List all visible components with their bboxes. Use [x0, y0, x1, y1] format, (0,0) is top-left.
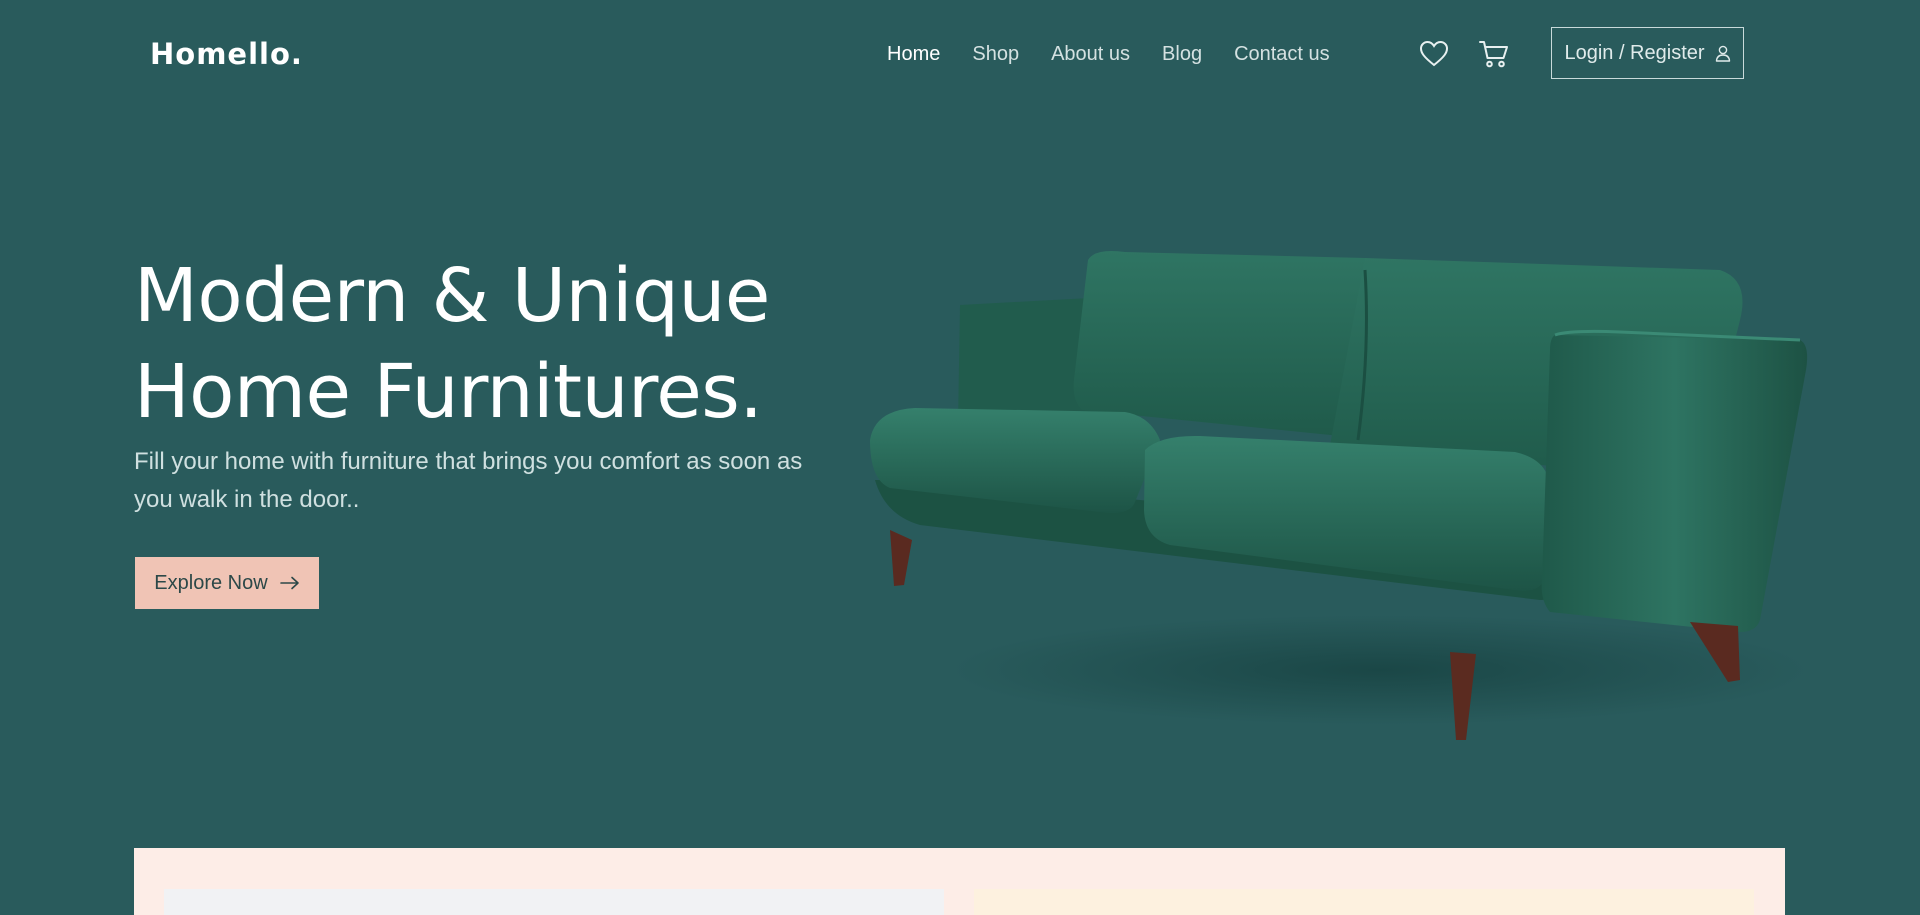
nav-shop[interactable]: Shop: [972, 40, 1019, 68]
hero-title-line1: Modern & Unique: [134, 253, 770, 339]
cart-icon: [1479, 41, 1508, 68]
nav-about-us[interactable]: About us: [1051, 40, 1130, 68]
login-register-label: Login / Register: [1564, 41, 1705, 64]
hero-title-line2: Home Furnitures.: [134, 349, 763, 435]
cart-button[interactable]: [1478, 38, 1510, 70]
featured-card-left: [164, 889, 944, 915]
page: Homello. Home Shop About us Blog Contact…: [0, 0, 1920, 915]
nav-blog[interactable]: Blog: [1162, 40, 1202, 68]
nav-home[interactable]: Home: [887, 40, 940, 68]
heart-icon: [1420, 41, 1448, 67]
arrow-right-icon: [279, 576, 299, 590]
user-icon: [1715, 45, 1730, 62]
hero-subtitle: Fill your home with furniture that bring…: [134, 448, 803, 513]
featured-card-right: [974, 889, 1754, 915]
explore-now-button[interactable]: Explore Now: [135, 557, 319, 609]
wishlist-button[interactable]: [1418, 38, 1450, 70]
featured-panel: [134, 848, 1785, 915]
login-register-button[interactable]: Login / Register: [1551, 27, 1744, 79]
nav-contact-us[interactable]: Contact us: [1234, 40, 1330, 68]
explore-now-label: Explore Now: [154, 571, 268, 594]
logo[interactable]: Homello.: [150, 36, 303, 72]
sofa-image: [870, 251, 1810, 740]
main-nav: Home Shop About us Blog Contact us: [887, 40, 1330, 68]
hero-title: Modern & Unique Home Furnitures.: [134, 248, 894, 440]
